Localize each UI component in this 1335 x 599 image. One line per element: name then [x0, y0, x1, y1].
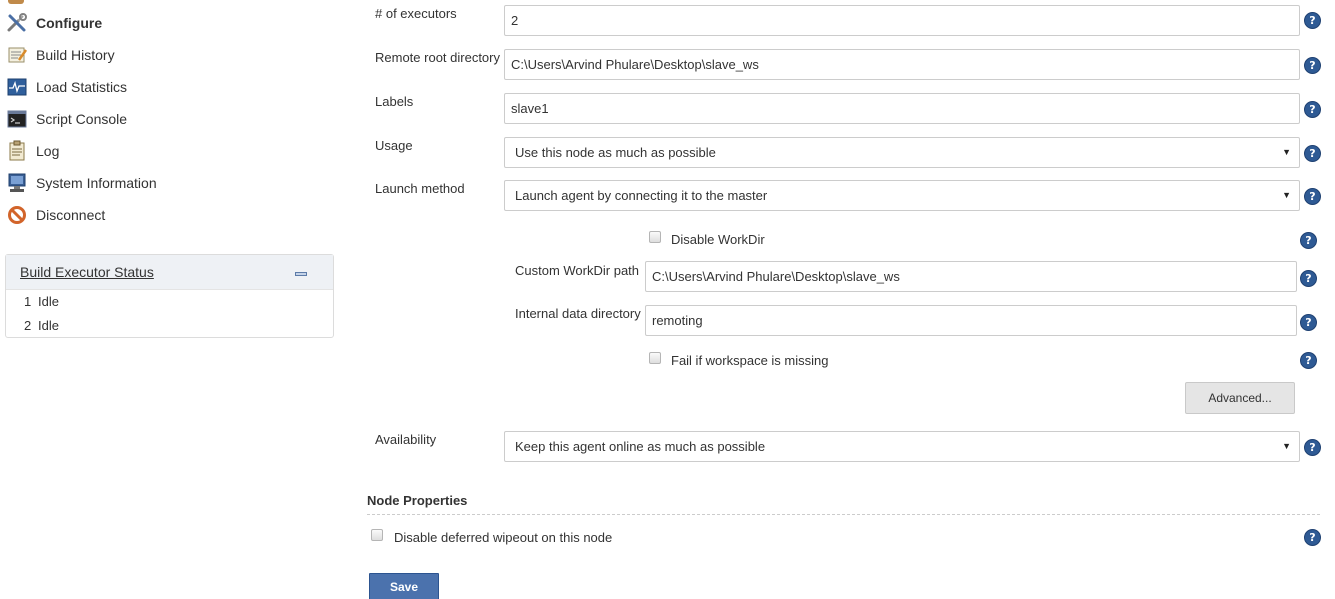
- disable-workdir-checkbox[interactable]: [649, 231, 661, 243]
- sidebar-item-label: Build History: [36, 47, 115, 63]
- help-icon[interactable]: ?: [1304, 188, 1321, 205]
- sidebar-item-label: Log: [36, 143, 60, 159]
- executor-row: 2 Idle: [24, 318, 59, 333]
- help-icon[interactable]: ?: [1300, 352, 1317, 369]
- custom-workdir-input[interactable]: C:\Users\Arvind Phulare\Desktop\slave_ws: [645, 261, 1297, 292]
- executor-status: Idle: [38, 294, 59, 309]
- build-executor-status-panel: Build Executor Status 1 Idle 2 Idle: [5, 254, 334, 338]
- section-divider: [367, 514, 1320, 515]
- sidebar-item-configure[interactable]: Configure: [6, 9, 102, 37]
- sidebar-item-label: Load Statistics: [36, 79, 128, 95]
- dropdown-arrow-icon: ▼: [1282, 190, 1291, 200]
- fail-if-missing-label: Fail if workspace is missing: [671, 353, 829, 368]
- sidebar-item-log[interactable]: Log: [6, 137, 59, 165]
- usage-selected-value: Use this node as much as possible: [515, 145, 716, 160]
- usage-select[interactable]: Use this node as much as possible ▼: [504, 137, 1300, 168]
- help-icon[interactable]: ?: [1304, 101, 1321, 118]
- remote-root-label: Remote root directory: [375, 50, 500, 65]
- labels-label: Labels: [375, 94, 414, 109]
- sidebar-item-disconnect[interactable]: Disconnect: [6, 201, 105, 229]
- executor-status: Idle: [38, 318, 59, 333]
- disconnect-icon: [6, 204, 28, 226]
- sidebar-item-label: Script Console: [36, 111, 128, 127]
- sidebar-item-system-information[interactable]: System Information: [6, 169, 157, 197]
- log-icon: [6, 140, 28, 162]
- sidebar-item-label: Disconnect: [36, 207, 106, 223]
- disable-wipeout-checkbox[interactable]: [371, 529, 383, 541]
- launch-method-selected-value: Launch agent by connecting it to the mas…: [515, 188, 768, 203]
- top-partial-icon: [8, 0, 24, 4]
- save-button[interactable]: Save: [369, 573, 439, 599]
- collapse-icon[interactable]: [295, 272, 307, 276]
- availability-select[interactable]: Keep this agent online as much as possib…: [504, 431, 1300, 462]
- help-icon[interactable]: ?: [1304, 439, 1321, 456]
- executors-input[interactable]: 2: [504, 5, 1300, 36]
- dropdown-arrow-icon: ▼: [1282, 441, 1291, 451]
- help-icon[interactable]: ?: [1300, 270, 1317, 287]
- executor-panel-title[interactable]: Build Executor Status: [20, 264, 154, 280]
- system-information-icon: [6, 172, 28, 194]
- launch-method-select[interactable]: Launch agent by connecting it to the mas…: [504, 180, 1300, 211]
- sidebar-item-build-history[interactable]: Build History: [6, 41, 115, 69]
- availability-label: Availability: [375, 432, 437, 447]
- usage-label: Usage: [375, 138, 413, 153]
- labels-input[interactable]: slave1: [504, 93, 1300, 124]
- help-icon[interactable]: ?: [1304, 57, 1321, 74]
- sidebar-item-label: Configure: [36, 15, 103, 31]
- dropdown-arrow-icon: ▼: [1282, 147, 1291, 157]
- executors-label: # of executors: [375, 6, 457, 21]
- help-icon[interactable]: ?: [1300, 232, 1317, 249]
- advanced-button[interactable]: Advanced...: [1185, 382, 1295, 414]
- executor-number: 2: [24, 318, 32, 333]
- availability-selected-value: Keep this agent online as much as possib…: [515, 439, 766, 454]
- remote-root-input[interactable]: C:\Users\Arvind Phulare\Desktop\slave_ws: [504, 49, 1300, 80]
- disable-workdir-label: Disable WorkDir: [671, 232, 765, 247]
- sidebar-item-label: System Information: [36, 175, 157, 191]
- custom-workdir-label: Custom WorkDir path: [515, 263, 640, 278]
- help-icon[interactable]: ?: [1304, 529, 1321, 546]
- help-icon[interactable]: ?: [1300, 314, 1317, 331]
- executor-number: 1: [24, 294, 32, 309]
- configure-icon: [6, 12, 28, 34]
- node-properties-heading: Node Properties: [367, 493, 468, 508]
- help-icon[interactable]: ?: [1304, 12, 1321, 29]
- internal-data-dir-label: Internal data directory: [515, 306, 641, 321]
- fail-if-missing-checkbox[interactable]: [649, 352, 661, 364]
- help-icon[interactable]: ?: [1304, 145, 1321, 162]
- launch-method-label: Launch method: [375, 181, 465, 196]
- sidebar-item-script-console[interactable]: Script Console: [6, 105, 127, 133]
- internal-data-dir-input[interactable]: remoting: [645, 305, 1297, 336]
- script-console-icon: [6, 108, 28, 130]
- build-history-icon: [6, 44, 28, 66]
- disable-wipeout-label: Disable deferred wipeout on this node: [394, 530, 613, 545]
- executor-row: 1 Idle: [24, 294, 59, 309]
- load-statistics-icon: [6, 76, 28, 98]
- sidebar-item-load-statistics[interactable]: Load Statistics: [6, 73, 127, 101]
- executor-panel-header: Build Executor Status: [6, 255, 333, 290]
